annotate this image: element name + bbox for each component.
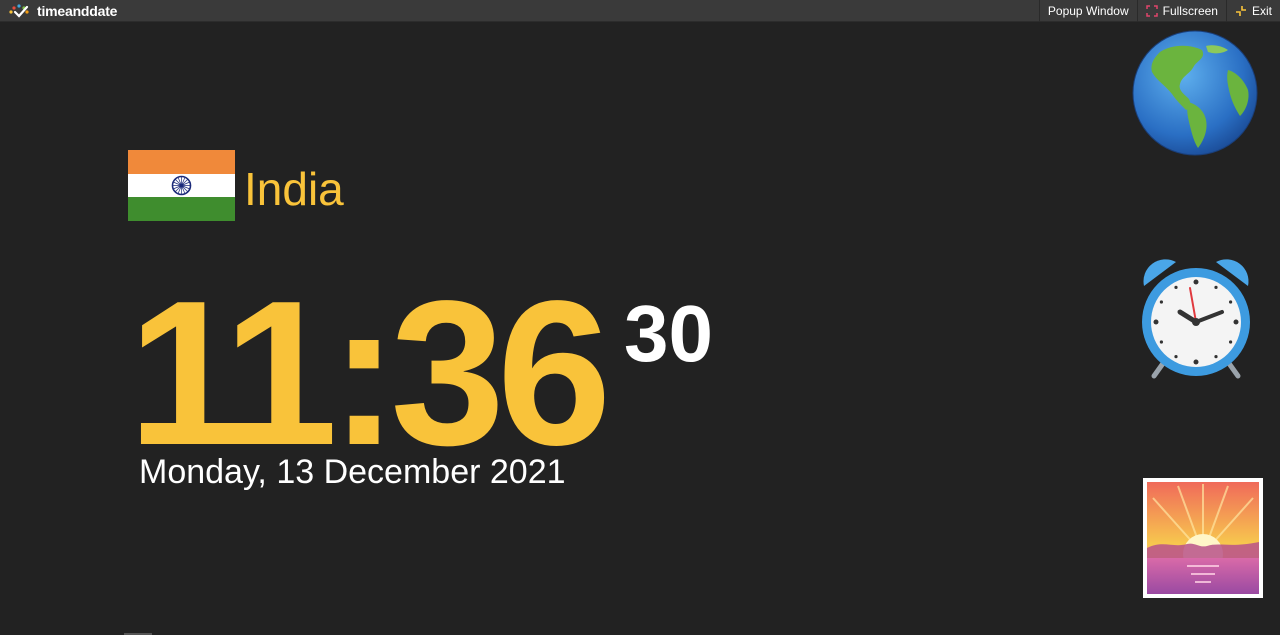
clock-seconds: 30: [624, 289, 713, 378]
toolbar: Popup Window Fullscreen Exit: [1038, 0, 1280, 22]
timeanddate-logo[interactable]: timeanddate: [8, 3, 117, 19]
top-bar: timeanddate Popup Window Fullscreen Exit: [0, 0, 1280, 22]
popup-window-button[interactable]: Popup Window: [1038, 0, 1137, 22]
exit-fullscreen-icon: [1235, 5, 1247, 17]
logo-icon: [9, 4, 29, 18]
logo-text: timeanddate: [37, 3, 118, 19]
globe-icon[interactable]: [1132, 30, 1258, 156]
india-flag-icon: [128, 150, 235, 221]
popup-window-label: Popup Window: [1047, 4, 1129, 18]
fullscreen-icon: [1145, 5, 1158, 17]
clock-date: Monday, 13 December 2021: [139, 453, 566, 491]
country-name: India: [244, 163, 344, 215]
fullscreen-label: Fullscreen: [1162, 4, 1218, 18]
fullscreen-button[interactable]: Fullscreen: [1136, 0, 1226, 22]
exit-button[interactable]: Exit: [1225, 0, 1280, 22]
sunrise-icon[interactable]: [1143, 478, 1263, 598]
clock-hours-minutes: 11:36: [128, 258, 612, 488]
exit-label: Exit: [1251, 4, 1272, 18]
alarm-clock-icon[interactable]: [1136, 252, 1256, 380]
